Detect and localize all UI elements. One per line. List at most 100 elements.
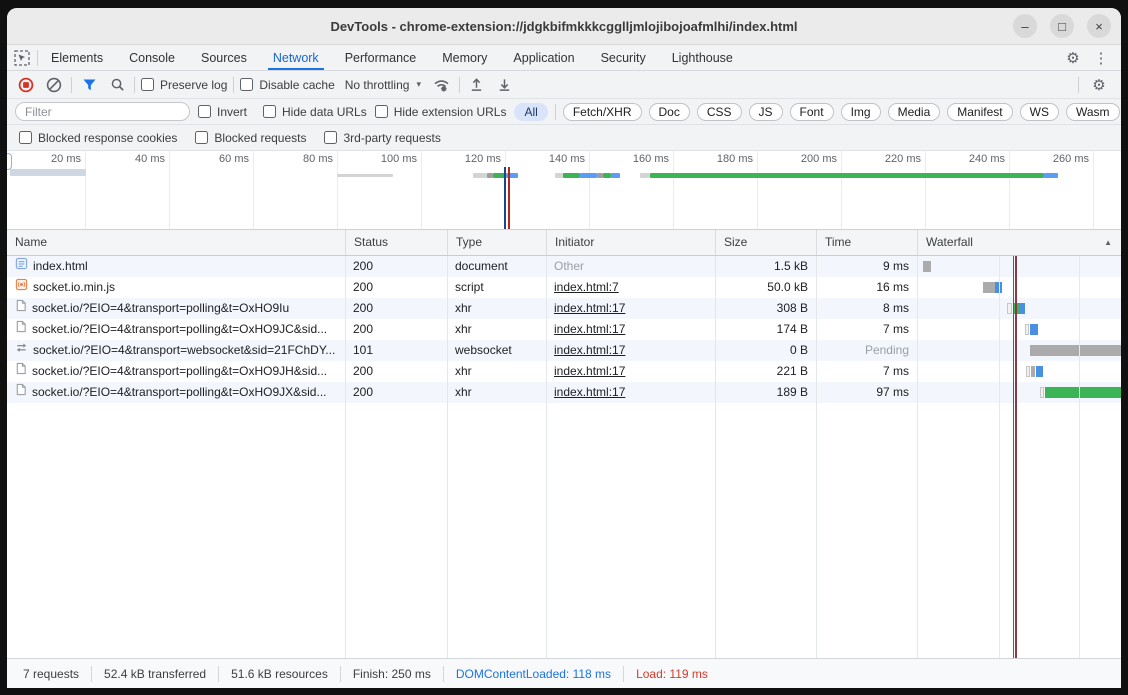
transferred-size: 52.4 kB transferred [92, 666, 219, 682]
tab-console[interactable]: Console [116, 45, 188, 70]
invert-checkbox[interactable]: Invert [198, 105, 247, 119]
tab-sources[interactable]: Sources [188, 45, 260, 70]
sort-ascending-icon[interactable]: ▲ [1104, 230, 1112, 255]
tab-lighthouse[interactable]: Lighthouse [659, 45, 746, 70]
blocked-response-cookies-checkbox[interactable]: Blocked response cookies [19, 131, 177, 145]
waterfall-bar-ghost [1007, 303, 1012, 314]
initiator-link[interactable]: index.html:7 [554, 280, 619, 294]
import-har-button[interactable] [466, 75, 488, 95]
tab-security[interactable]: Security [588, 45, 659, 70]
script-icon [15, 277, 28, 298]
inspect-element-button[interactable] [7, 45, 37, 70]
more-options-kebab-icon[interactable]: ⋮ [1089, 49, 1113, 67]
inspect-cursor-icon [14, 50, 30, 66]
overview-waterfall-bar [473, 173, 487, 178]
filter-pill-wasm[interactable]: Wasm [1066, 103, 1120, 121]
divider [459, 77, 460, 93]
column-header-size[interactable]: Size [715, 230, 816, 255]
initiator-link[interactable]: index.html:17 [554, 385, 625, 399]
timeline-tick-label: 220 ms [885, 153, 925, 165]
minimize-button[interactable]: – [1013, 14, 1037, 38]
throttling-dropdown[interactable]: No throttling ▾ [341, 78, 425, 92]
network-options-bar: Blocked response cookies Blocked request… [7, 125, 1121, 151]
export-har-button[interactable] [494, 75, 516, 95]
request-row[interactable]: index.html200documentOther1.5 kB9 ms [7, 256, 1121, 277]
blocked-requests-checkbox[interactable]: Blocked requests [195, 131, 306, 145]
column-header-name[interactable]: Name [7, 230, 345, 255]
overview-waterfall-bar [10, 169, 86, 176]
hide-extension-urls-checkbox[interactable]: Hide extension URLs [375, 105, 507, 119]
divider [555, 104, 556, 120]
filter-input[interactable] [15, 102, 190, 121]
toolbar-right: ⚙ [1078, 76, 1121, 94]
filter-pill-media[interactable]: Media [888, 103, 941, 121]
divider [134, 77, 135, 93]
close-button[interactable]: × [1087, 14, 1111, 38]
preserve-log-checkbox[interactable]: Preserve log [141, 78, 227, 92]
size-cell: 174 B [715, 319, 816, 340]
request-name-cell[interactable]: socket.io.min.js [7, 277, 345, 298]
column-header-type[interactable]: Type [447, 230, 546, 255]
initiator-link[interactable]: index.html:17 [554, 322, 625, 336]
tab-network[interactable]: Network [260, 45, 332, 70]
timeline-tick-label: 200 ms [801, 153, 841, 165]
request-row[interactable]: socket.io/?EIO=4&transport=websocket&sid… [7, 340, 1121, 361]
request-name-cell[interactable]: socket.io/?EIO=4&transport=polling&t=OxH… [7, 298, 345, 319]
tab-application[interactable]: Application [500, 45, 587, 70]
tab-memory[interactable]: Memory [429, 45, 500, 70]
request-row[interactable]: socket.io.min.js200scriptindex.html:750.… [7, 277, 1121, 298]
disable-cache-checkbox[interactable]: Disable cache [240, 78, 334, 92]
window-title: DevTools - chrome-extension://jdgkbifmkk… [330, 19, 797, 34]
hide-data-urls-checkbox[interactable]: Hide data URLs [263, 105, 367, 119]
request-name-cell[interactable]: socket.io/?EIO=4&transport=polling&t=OxH… [7, 361, 345, 382]
initiator-link[interactable]: index.html:17 [554, 343, 625, 357]
filter-pill-manifest[interactable]: Manifest [947, 103, 1012, 121]
websocket-icon [15, 340, 28, 361]
checkbox-box [195, 131, 208, 144]
request-name-cell[interactable]: socket.io/?EIO=4&transport=polling&t=OxH… [7, 319, 345, 340]
waterfall-bar-blue [1020, 303, 1025, 314]
column-header-time[interactable]: Time [816, 230, 917, 255]
divider [71, 77, 72, 93]
request-name-cell[interactable]: index.html [7, 256, 345, 277]
third-party-requests-checkbox[interactable]: 3rd-party requests [324, 131, 440, 145]
overview-waterfall-bar [337, 174, 393, 177]
status-cell: 200 [353, 298, 447, 319]
request-name: socket.io/?EIO=4&transport=websocket&sid… [33, 340, 335, 361]
request-name-cell[interactable]: socket.io/?EIO=4&transport=polling&t=OxH… [7, 382, 345, 403]
maximize-button[interactable]: □ [1050, 14, 1074, 38]
filter-pill-doc[interactable]: Doc [649, 103, 690, 121]
initiator-link[interactable]: index.html:17 [554, 364, 625, 378]
request-name-cell[interactable]: socket.io/?EIO=4&transport=websocket&sid… [7, 340, 345, 361]
settings-gear-icon[interactable]: ⚙ [1061, 49, 1085, 67]
type-cell: xhr [455, 298, 546, 319]
request-row[interactable]: socket.io/?EIO=4&transport=polling&t=OxH… [7, 361, 1121, 382]
time-cell: 97 ms [816, 382, 917, 403]
size-cell: 50.0 kB [715, 277, 816, 298]
filter-toggle-button[interactable] [78, 75, 100, 95]
filter-pill-img[interactable]: Img [841, 103, 881, 121]
record-network-log-button[interactable] [15, 75, 37, 95]
filter-pill-font[interactable]: Font [790, 103, 834, 121]
request-row[interactable]: socket.io/?EIO=4&transport=polling&t=OxH… [7, 298, 1121, 319]
status-cell: 200 [353, 319, 447, 340]
filter-pill-ws[interactable]: WS [1020, 103, 1059, 121]
initiator-cell: index.html:17 [554, 298, 715, 319]
search-button[interactable] [106, 75, 128, 95]
column-header-initiator[interactable]: Initiator [546, 230, 715, 255]
network-overview-timeline[interactable]: 20 ms40 ms60 ms80 ms100 ms120 ms140 ms16… [7, 151, 1121, 230]
tab-elements[interactable]: Elements [38, 45, 116, 70]
network-conditions-button[interactable] [431, 75, 453, 95]
filter-pill-js[interactable]: JS [749, 103, 783, 121]
filter-pill-css[interactable]: CSS [697, 103, 742, 121]
column-header-status[interactable]: Status [345, 230, 447, 255]
filter-pill-all[interactable]: All [514, 103, 547, 121]
tab-performance[interactable]: Performance [332, 45, 430, 70]
filter-pill-fetchxhr[interactable]: Fetch/XHR [563, 103, 642, 121]
initiator-link[interactable]: index.html:17 [554, 301, 625, 315]
request-row[interactable]: socket.io/?EIO=4&transport=polling&t=OxH… [7, 319, 1121, 340]
network-settings-gear-icon[interactable]: ⚙ [1087, 76, 1111, 94]
request-row[interactable]: socket.io/?EIO=4&transport=polling&t=OxH… [7, 382, 1121, 403]
clear-network-log-button[interactable] [43, 75, 65, 95]
column-header-waterfall[interactable]: Waterfall [917, 230, 1121, 255]
